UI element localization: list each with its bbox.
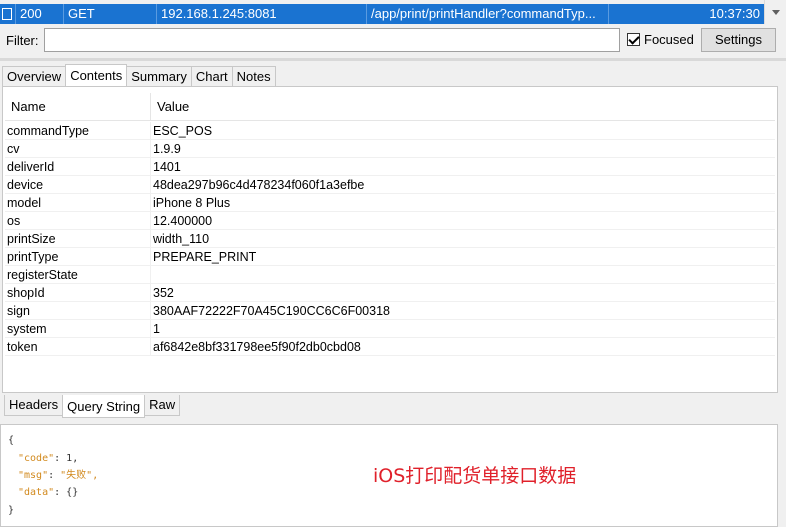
param-value: 48dea297b96c4d478234f060f1a3efbe bbox=[153, 178, 365, 192]
param-name: system bbox=[7, 322, 47, 336]
param-value: 1.9.9 bbox=[153, 142, 181, 156]
request-method: GET bbox=[64, 4, 157, 24]
response-body[interactable]: { "code": 1, "msg": "失败", "data": {} } i… bbox=[0, 424, 778, 527]
table-row[interactable]: printSize width_110 bbox=[5, 230, 775, 248]
param-value: af6842e8bf331798ee5f90f2db0cbd08 bbox=[153, 340, 361, 354]
request-url: /app/print/printHandler?commandTyp... bbox=[367, 4, 609, 24]
tab-chart[interactable]: Chart bbox=[190, 66, 233, 87]
param-value: 1401 bbox=[153, 160, 181, 174]
annotation-text: iOS打印配货单接口数据 bbox=[373, 465, 577, 487]
param-name: token bbox=[7, 340, 38, 354]
tab-headers[interactable]: Headers bbox=[4, 395, 64, 416]
request-time: 10:37:30 bbox=[709, 6, 760, 21]
tab-contents[interactable]: Contents bbox=[65, 64, 128, 86]
bottom-tabs: Headers Query String Raw bbox=[4, 395, 181, 418]
focused-label: Focused bbox=[644, 32, 694, 47]
param-name: printType bbox=[7, 250, 59, 264]
param-value: 380AAF72222F70A45C190CC6C6F00318 bbox=[153, 304, 390, 318]
param-value: PREPARE_PRINT bbox=[153, 250, 257, 264]
param-value: 12.400000 bbox=[153, 214, 213, 228]
focused-checkbox[interactable]: Focused bbox=[627, 32, 694, 47]
table-row[interactable]: shopId 352 bbox=[5, 284, 775, 302]
table-row[interactable]: sign 380AAF72222F70A45C190CC6C6F00318 bbox=[5, 302, 775, 320]
tab-overview[interactable]: Overview bbox=[2, 66, 67, 87]
param-name: device bbox=[7, 178, 44, 192]
json-value-code: 1, bbox=[66, 453, 79, 464]
splitter[interactable] bbox=[0, 58, 786, 61]
json-open-brace: { bbox=[8, 435, 15, 446]
json-value-msg: "失败", bbox=[60, 470, 99, 481]
column-header-value[interactable]: Value bbox=[157, 93, 189, 121]
table-row[interactable]: system 1 bbox=[5, 320, 775, 338]
param-name: commandType bbox=[7, 124, 89, 138]
table-row[interactable]: commandType ESC_POS bbox=[5, 122, 775, 140]
json-line-code: "code": 1, bbox=[18, 453, 79, 464]
table-row[interactable]: cv 1.9.9 bbox=[5, 140, 775, 158]
table-row[interactable]: token af6842e8bf331798ee5f90f2db0cbd08 bbox=[5, 338, 775, 356]
scrollbar[interactable] bbox=[764, 0, 786, 24]
param-value: 1 bbox=[153, 322, 160, 336]
param-name: sign bbox=[7, 304, 30, 318]
tab-raw[interactable]: Raw bbox=[144, 395, 181, 416]
json-key-data: "data" bbox=[18, 487, 55, 498]
filter-input[interactable] bbox=[44, 28, 620, 52]
json-key-msg: "msg" bbox=[18, 470, 49, 481]
table-row[interactable]: registerState bbox=[5, 266, 775, 284]
table-row[interactable]: model iPhone 8 Plus bbox=[5, 194, 775, 212]
query-string-table: Name Value commandType ESC_POScv 1.9.9 deli… bbox=[2, 86, 778, 393]
request-list: 200 GET 192.168.1.245:8081 /app/print/pr… bbox=[0, 0, 786, 24]
lock-icon bbox=[0, 4, 16, 24]
table-body: commandType ESC_POS cv 1.9.9 deliverId 1401 de… bbox=[5, 122, 775, 356]
json-line-data: "data": {} bbox=[18, 487, 79, 498]
param-name: shopId bbox=[7, 286, 45, 300]
json-line-msg: "msg": "失败", bbox=[18, 470, 99, 481]
top-tabs: Overview Contents Summary Chart Notes bbox=[2, 64, 276, 87]
param-name: printSize bbox=[7, 232, 56, 246]
param-name: registerState bbox=[7, 268, 78, 282]
tab-summary[interactable]: Summary bbox=[126, 66, 192, 87]
param-value: ESC_POS bbox=[153, 124, 213, 138]
selected-request-row[interactable]: 200 GET 192.168.1.245:8081 /app/print/pr… bbox=[0, 4, 764, 24]
table-row[interactable]: deliverId 1401 bbox=[5, 158, 775, 176]
json-value-data: {} bbox=[66, 487, 79, 498]
table-header: Name Value bbox=[5, 93, 775, 121]
param-value: width_110 bbox=[153, 232, 210, 246]
param-value: 352 bbox=[153, 286, 174, 300]
tab-query-string[interactable]: Query String bbox=[62, 395, 146, 418]
param-name: deliverId bbox=[7, 160, 55, 174]
table-row[interactable]: device 48dea297b96c4d478234f060f1a3efbe bbox=[5, 176, 775, 194]
json-key-code: "code" bbox=[18, 453, 55, 464]
tab-notes[interactable]: Notes bbox=[231, 66, 276, 87]
param-name: cv bbox=[7, 142, 20, 156]
request-status: 200 bbox=[16, 4, 64, 24]
request-host: 192.168.1.245:8081 bbox=[157, 4, 367, 24]
table-row[interactable]: os 12.400000 bbox=[5, 212, 775, 230]
json-close-brace: } bbox=[8, 505, 15, 516]
settings-button[interactable]: Settings bbox=[701, 28, 776, 52]
column-header-name[interactable]: Name bbox=[11, 93, 46, 121]
checkbox-checked-icon[interactable] bbox=[627, 33, 640, 46]
param-name: model bbox=[7, 196, 42, 210]
scroll-down-icon[interactable] bbox=[772, 10, 780, 15]
table-row[interactable]: printType PREPARE_PRINT bbox=[5, 248, 775, 266]
param-value: iPhone 8 Plus bbox=[153, 196, 231, 210]
right-edge bbox=[778, 424, 786, 527]
filter-bar: Filter: Focused Settings bbox=[0, 26, 786, 54]
param-name: os bbox=[7, 214, 21, 228]
filter-label: Filter: bbox=[6, 33, 39, 48]
